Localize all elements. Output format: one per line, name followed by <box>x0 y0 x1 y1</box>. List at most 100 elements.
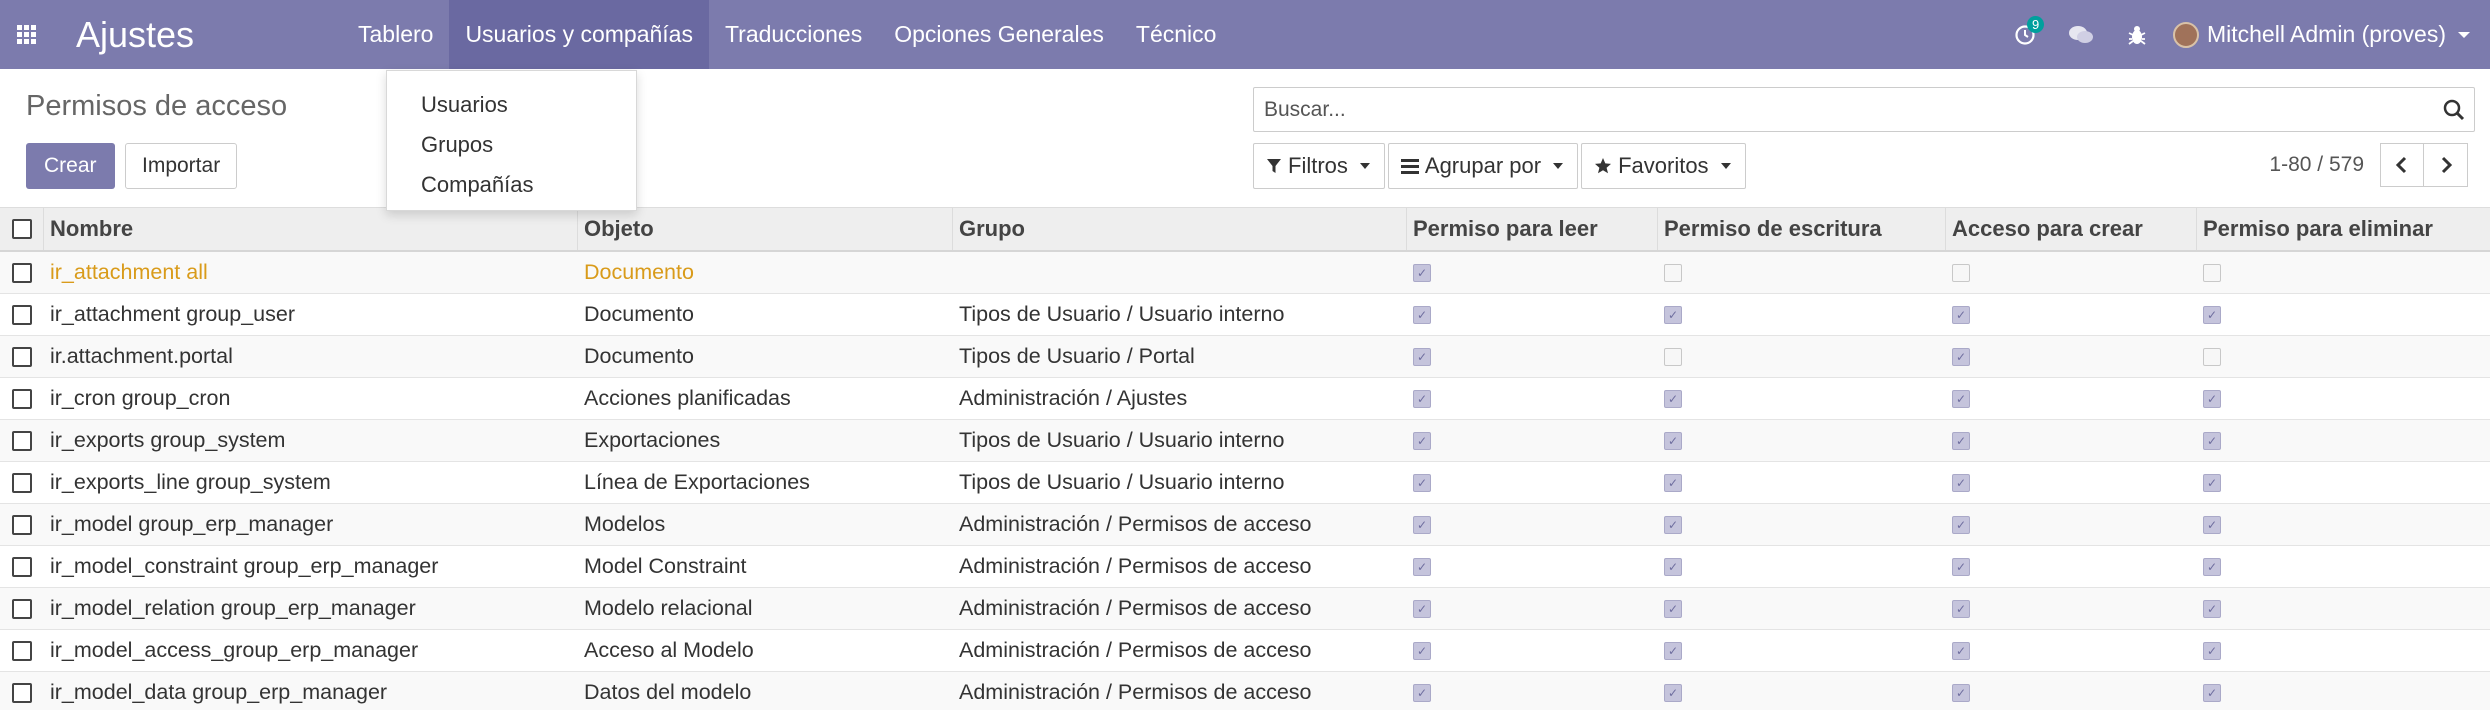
app-title[interactable]: Ajustes <box>52 14 342 56</box>
main-menu: Tablero Usuarios y compañías Traduccione… <box>342 0 1232 69</box>
column-header-crear[interactable]: Acceso para crear <box>1946 208 2197 250</box>
dropdown-item-usuarios[interactable]: Usuarios <box>387 85 636 125</box>
cell-nombre: ir_model_constraint group_erp_manager <box>50 554 439 578</box>
column-header-objeto[interactable]: Objeto <box>578 208 953 250</box>
column-header-grupo[interactable]: Grupo <box>953 208 1407 250</box>
chat-bubbles-icon[interactable] <box>2053 0 2109 69</box>
pager-value[interactable]: 1-80 / 579 <box>2269 153 2364 177</box>
cell-objeto: Acciones planificadas <box>584 386 791 410</box>
chevron-down-icon <box>1720 163 1731 169</box>
row-select-cell <box>0 336 44 377</box>
pager-next-button[interactable] <box>2424 143 2468 187</box>
column-header-eliminar[interactable]: Permiso para eliminar <box>2197 208 2490 250</box>
user-menu[interactable]: Mitchell Admin (proves) <box>2165 21 2490 48</box>
table-row[interactable]: ir_cron group_cron Acciones planificadas A… <box>0 378 2490 420</box>
cell-objeto: Exportaciones <box>584 428 721 452</box>
search-input[interactable] <box>1264 97 2434 122</box>
table-row[interactable]: ir_model group_erp_manager Modelos Adminis… <box>0 504 2490 546</box>
cell-eliminar <box>2197 378 2490 419</box>
cell-nombre: ir_exports_line group_system <box>50 470 331 494</box>
cell-leer <box>1407 546 1658 587</box>
cell-leer <box>1407 252 1658 293</box>
cell-escritura <box>1658 462 1946 503</box>
permission-checkbox <box>1952 683 1970 702</box>
debug-bug-icon[interactable] <box>2109 0 2165 69</box>
menu-item-tablero[interactable]: Tablero <box>342 0 449 69</box>
permission-checkbox <box>1952 473 1970 492</box>
permission-checkbox <box>1413 263 1431 282</box>
cell-objeto: Acceso al Modelo <box>584 638 754 662</box>
cell-crear <box>1946 546 2197 587</box>
groupby-button[interactable]: Agrupar por <box>1387 143 1579 189</box>
table-row[interactable]: ir_exports group_system Exportaciones Tipo… <box>0 420 2490 462</box>
filters-label: Filtros <box>1288 153 1348 178</box>
apps-menu-icon[interactable] <box>0 0 52 69</box>
cell-escritura <box>1658 588 1946 629</box>
menu-item-traducciones[interactable]: Traducciones <box>709 0 878 69</box>
dropdown-item-grupos[interactable]: Grupos <box>387 125 636 165</box>
row-checkbox[interactable] <box>12 682 32 703</box>
cell-crear <box>1946 630 2197 671</box>
row-checkbox[interactable] <box>12 556 32 577</box>
column-header-escritura[interactable]: Permiso de escritura <box>1658 208 1946 250</box>
permission-checkbox <box>2203 641 2221 660</box>
select-all-checkbox[interactable] <box>11 219 32 239</box>
cell-crear <box>1946 252 2197 293</box>
column-header-nombre[interactable]: Nombre <box>44 208 578 250</box>
permission-checkbox <box>2203 557 2221 576</box>
row-checkbox[interactable] <box>12 514 32 535</box>
permission-checkbox <box>1413 347 1431 366</box>
permission-checkbox <box>1952 431 1970 450</box>
permission-checkbox <box>1952 515 1970 534</box>
favorites-button[interactable]: Favoritos <box>1581 143 1746 189</box>
dropdown-item-companias[interactable]: Compañías <box>387 165 636 205</box>
row-select-cell <box>0 252 44 293</box>
permission-checkbox <box>2203 599 2221 618</box>
cell-grupo: Administración / Permisos de acceso <box>959 638 1312 662</box>
permission-checkbox <box>2203 305 2221 324</box>
row-checkbox[interactable] <box>12 430 32 451</box>
permission-checkbox <box>1664 263 1682 282</box>
row-checkbox[interactable] <box>12 304 32 325</box>
table-row[interactable]: ir.attachment.portal Documento Tipos de Us… <box>0 336 2490 378</box>
search-icon[interactable] <box>2434 98 2474 122</box>
row-checkbox[interactable] <box>12 262 32 283</box>
permission-checkbox <box>2203 431 2221 450</box>
cell-escritura <box>1658 546 1946 587</box>
cell-objeto: Documento <box>584 260 694 284</box>
row-checkbox[interactable] <box>12 346 32 367</box>
pager-previous-button[interactable] <box>2380 143 2424 187</box>
cell-eliminar <box>2197 420 2490 461</box>
chevron-down-icon <box>1553 163 1564 169</box>
table-row[interactable]: ir_attachment all Documento <box>0 252 2490 294</box>
import-button[interactable]: Importar <box>125 143 238 189</box>
column-header-leer[interactable]: Permiso para leer <box>1407 208 1658 250</box>
row-checkbox[interactable] <box>12 640 32 661</box>
row-checkbox[interactable] <box>12 388 32 409</box>
permission-checkbox <box>1413 683 1431 702</box>
table-row[interactable]: ir_model_access_group_erp_manager Acceso … <box>0 630 2490 672</box>
chevron-left-icon <box>2395 156 2407 174</box>
table-row[interactable]: ir_exports_line group_system Línea de Exp… <box>0 462 2490 504</box>
table-row[interactable]: ir_model_data group_erp_manager Datos del… <box>0 672 2490 710</box>
create-button[interactable]: Crear <box>26 143 115 189</box>
filters-button[interactable]: Filtros <box>1253 143 1385 189</box>
table-row[interactable]: ir_model_relation group_erp_manager Model… <box>0 588 2490 630</box>
menu-item-tecnico[interactable]: Técnico <box>1120 0 1233 69</box>
permission-checkbox <box>1664 389 1682 408</box>
cell-eliminar <box>2197 588 2490 629</box>
permission-checkbox <box>1952 305 1970 324</box>
cell-eliminar <box>2197 672 2490 710</box>
menu-item-opciones-generales[interactable]: Opciones Generales <box>878 0 1120 69</box>
cell-crear <box>1946 420 2197 461</box>
permission-checkbox <box>2203 263 2221 282</box>
row-checkbox[interactable] <box>12 598 32 619</box>
activity-clock-icon[interactable]: 9 <box>1997 0 2053 69</box>
permission-checkbox <box>1413 515 1431 534</box>
table-row[interactable]: ir_model_constraint group_erp_manager Mod… <box>0 546 2490 588</box>
permission-checkbox <box>1664 305 1682 324</box>
cell-leer <box>1407 294 1658 335</box>
table-row[interactable]: ir_attachment group_user Documento Tipos d… <box>0 294 2490 336</box>
row-checkbox[interactable] <box>12 472 32 493</box>
menu-item-usuarios-companias[interactable]: Usuarios y compañías <box>449 0 709 69</box>
